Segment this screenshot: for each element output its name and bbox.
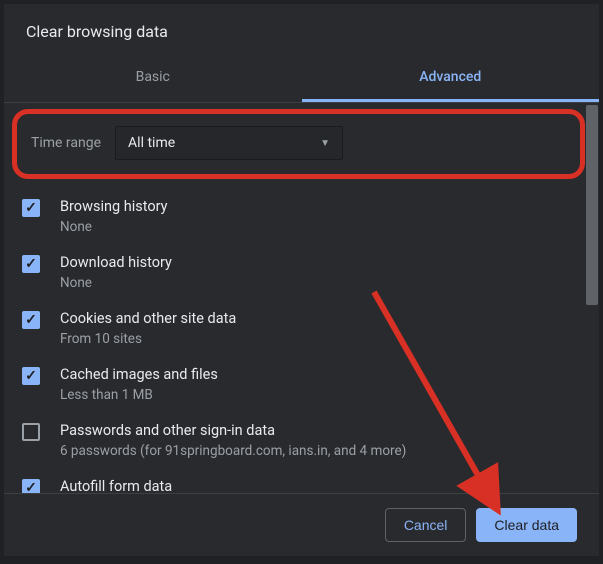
option-title: Download history	[60, 253, 172, 273]
option-subtitle: 6 passwords (for 91springboard.com, ians…	[60, 441, 406, 461]
option-download-history[interactable]: Download history None	[18, 245, 579, 301]
tab-bar: Basic Advanced	[4, 55, 599, 102]
clear-browsing-data-dialog: Clear browsing data Basic Advanced Time …	[4, 4, 599, 556]
option-subtitle: Less than 1 MB	[60, 385, 218, 405]
option-cached[interactable]: Cached images and files Less than 1 MB	[18, 357, 579, 413]
option-title: Passwords and other sign-in data	[60, 421, 406, 441]
checkbox-cached[interactable]	[22, 367, 40, 385]
checkbox-browsing-history[interactable]	[22, 199, 40, 217]
time-range-select[interactable]: All time ▼	[115, 126, 343, 160]
time-range-value: All time	[128, 135, 175, 151]
option-title: Cookies and other site data	[60, 309, 236, 329]
option-title: Cached images and files	[60, 365, 218, 385]
checkbox-cookies[interactable]	[22, 311, 40, 329]
dialog-footer: Cancel Clear data	[4, 493, 599, 556]
dialog-title: Clear browsing data	[4, 4, 599, 55]
option-subtitle: None	[60, 273, 172, 293]
chevron-down-icon: ▼	[320, 138, 330, 149]
time-range-highlight: Time range All time ▼	[12, 109, 585, 179]
option-browsing-history[interactable]: Browsing history None	[18, 189, 579, 245]
scroll-thumb[interactable]	[586, 105, 598, 305]
tab-basic[interactable]: Basic	[4, 55, 302, 102]
cancel-button[interactable]: Cancel	[385, 508, 467, 542]
option-cookies[interactable]: Cookies and other site data From 10 site…	[18, 301, 579, 357]
checkbox-passwords[interactable]	[22, 423, 40, 441]
scroll-area: Time range All time ▼ Browsing history N…	[4, 102, 599, 494]
checkbox-download-history[interactable]	[22, 255, 40, 273]
tab-advanced[interactable]: Advanced	[302, 55, 600, 102]
time-range-label: Time range	[31, 135, 101, 151]
option-title: Browsing history	[60, 197, 168, 217]
scrollbar[interactable]	[585, 105, 599, 496]
clear-data-button[interactable]: Clear data	[476, 508, 577, 542]
option-subtitle: From 10 sites	[60, 329, 236, 349]
option-subtitle: None	[60, 217, 168, 237]
option-passwords[interactable]: Passwords and other sign-in data 6 passw…	[18, 413, 579, 469]
